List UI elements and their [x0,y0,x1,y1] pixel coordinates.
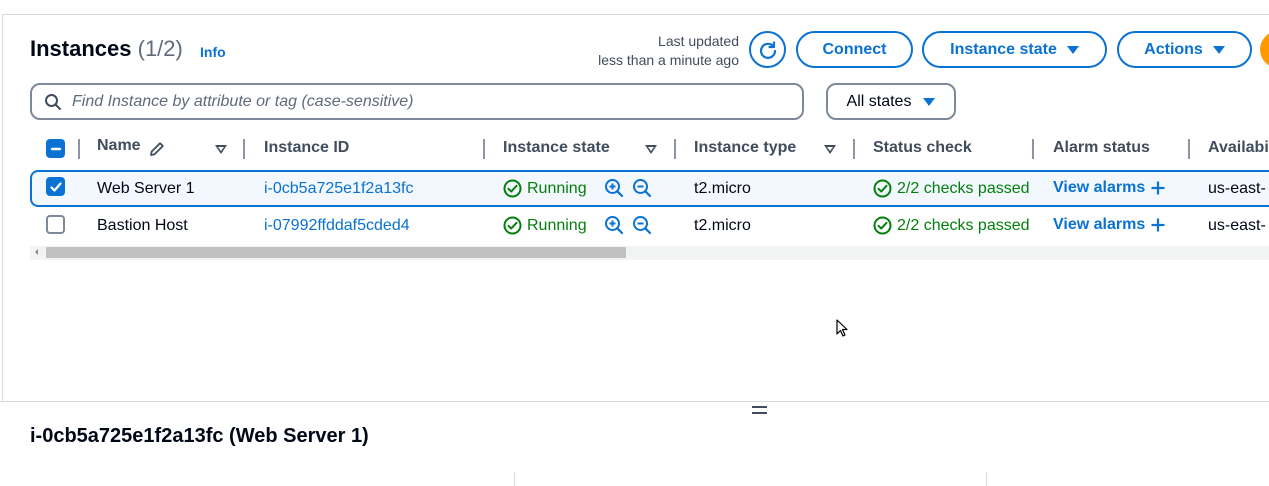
check-circle-icon [503,216,522,235]
zoom-out-icon[interactable] [632,178,652,198]
instance-state-running: Running [503,179,587,198]
scrollbar-thumb[interactable] [46,247,626,258]
refresh-button[interactable] [749,31,786,68]
row-checkbox[interactable] [46,215,65,234]
search-icon [45,93,61,110]
caret-down-icon [1066,45,1079,54]
column-separator [853,139,855,159]
zoom-out-icon[interactable] [632,215,652,235]
last-updated-label: Last updated [658,33,739,49]
state-filter-value: All states [846,92,912,110]
status-check: 2/2 checks passed [873,179,1033,198]
view-alarms-label: View alarms [1053,216,1146,233]
column-separator [483,139,485,159]
instance-id-link[interactable]: i-07992ffddaf5cded4 [264,217,410,235]
details-column-divider [514,472,515,486]
mouse-cursor-icon [836,319,848,337]
availability-zone: us-east- [1208,217,1266,234]
split-panel-divider [0,401,1269,402]
column-separator [674,139,676,159]
state-text: Running [527,216,587,234]
column-header-alarm-status[interactable]: Alarm status [1053,139,1150,157]
page-title: Instances (1/2) [30,36,183,62]
column-header-instance-id[interactable]: Instance ID [264,139,349,157]
instance-state-button[interactable]: Instance state [922,31,1107,68]
sort-caret-icon[interactable] [824,145,836,154]
last-updated: Last updated less than a minute ago [598,32,739,70]
status-check-text: 2/2 checks passed [897,216,1030,234]
details-column-divider [986,472,987,486]
state-filter-select[interactable]: All states [826,83,956,120]
check-circle-icon [873,216,892,235]
row-checkbox[interactable] [46,177,65,196]
check-icon [49,181,62,192]
instance-name: Bastion Host [97,217,188,234]
selection-count: (1/2) [137,36,183,61]
status-check: 2/2 checks passed [873,216,1033,235]
info-link[interactable]: Info [200,44,226,60]
actions-label: Actions [1144,40,1203,58]
column-header-name[interactable]: Name [97,137,141,155]
column-header-status-check[interactable]: Status check [873,139,972,157]
sort-caret-icon[interactable] [215,145,227,154]
plus-icon [1151,181,1165,195]
state-text: Running [527,179,587,197]
column-header-instance-type[interactable]: Instance type [694,139,796,157]
connect-button[interactable]: Connect [796,31,913,68]
caret-down-icon [923,97,936,106]
caret-down-icon [1212,45,1225,54]
title-text: Instances [30,36,132,61]
zoom-in-icon[interactable] [604,215,624,235]
column-header-availability[interactable]: Availabi [1208,139,1269,157]
scroll-left-arrow-icon[interactable] [35,249,38,255]
column-separator [78,139,80,159]
sort-caret-icon[interactable] [645,145,657,154]
instance-state-running: Running [503,216,587,235]
connect-label: Connect [822,40,887,58]
details-title: i-0cb5a725e1f2a13fc (Web Server 1) [30,425,369,447]
availability-zone: us-east- [1208,180,1266,197]
select-all-checkbox[interactable] [46,139,65,158]
search-bar[interactable] [30,83,804,120]
instance-type: t2.micro [694,217,751,234]
column-separator [243,139,245,159]
check-circle-icon [873,179,892,198]
edit-pencil-icon [150,142,164,156]
search-input[interactable] [72,92,772,111]
view-alarms-link[interactable]: View alarms [1053,179,1166,197]
column-header-instance-state[interactable]: Instance state [503,139,610,157]
instance-name: Web Server 1 [97,180,195,197]
instance-id-link[interactable]: i-0cb5a725e1f2a13fc [264,180,413,198]
last-updated-value: less than a minute ago [598,52,739,68]
resize-handle-icon[interactable] [752,406,767,416]
column-separator [1032,139,1034,159]
indeterminate-icon [50,147,61,150]
instance-state-label: Instance state [950,40,1057,58]
plus-icon [1151,218,1165,232]
view-alarms-label: View alarms [1053,179,1146,196]
status-check-text: 2/2 checks passed [897,179,1030,197]
actions-button[interactable]: Actions [1117,31,1252,68]
column-separator [1188,139,1190,159]
instance-type: t2.micro [694,180,751,197]
view-alarms-link[interactable]: View alarms [1053,216,1166,234]
check-circle-icon [503,179,522,198]
zoom-in-icon[interactable] [604,178,624,198]
refresh-icon [759,40,776,59]
